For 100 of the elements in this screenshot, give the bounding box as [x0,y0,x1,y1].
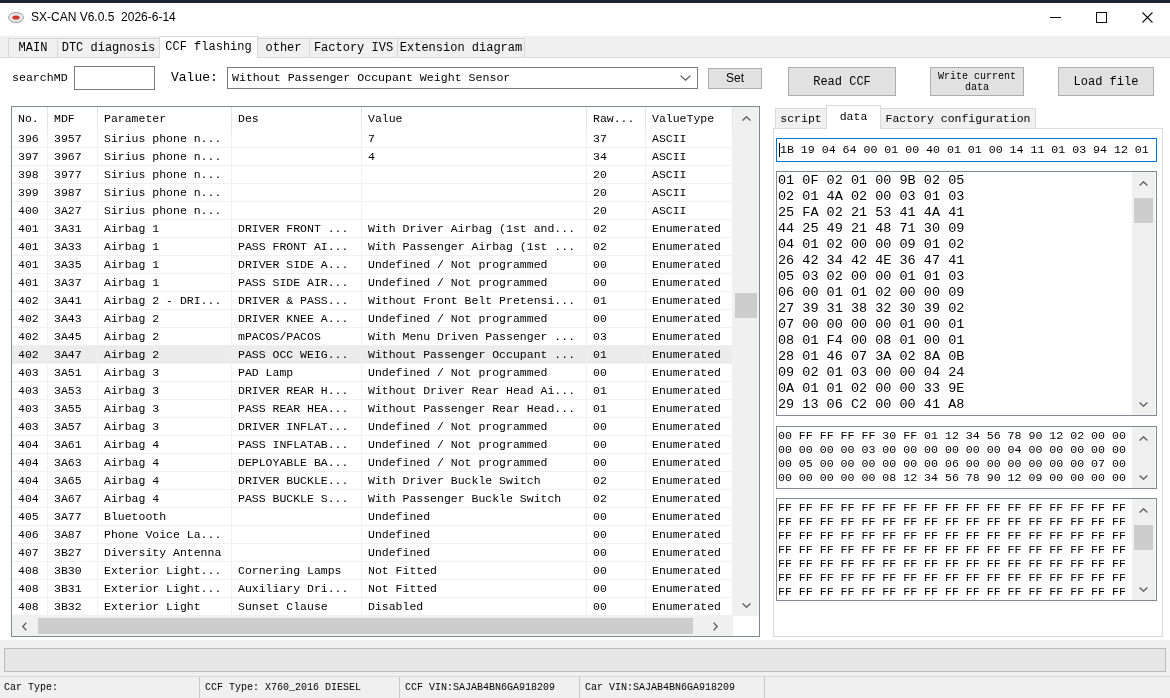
table-cell: 402 [12,328,48,345]
table-cell: With Passenger Buckle Switch [362,490,587,507]
table-row[interactable]: 408 3B32 Exterior Light Sunset Clause Disabled 00 Enumerated [12,598,733,616]
table-row[interactable]: 401 3A35 Airbag 1 DRIVER SIDE A... Undefined / Not programmed 00 Enumerated [12,256,733,274]
tab[interactable]: script [775,108,827,128]
vertical-scrollbar[interactable] [1132,172,1155,415]
table-row[interactable]: 407 3B27 Diversity Antenna Undefined 00 Enumerated [12,544,733,562]
table-cell: PASS SIDE AIR... [232,274,362,291]
tab[interactable]: MAIN [8,38,58,57]
table-cell: 406 [12,526,48,543]
chevron-down-icon [1139,586,1148,592]
tab[interactable]: data [826,105,881,129]
value-dropdown[interactable]: Without Passenger Occupant Weight Sensor [227,67,698,89]
tab[interactable]: CCF flashing [159,36,258,58]
table-row[interactable]: 402 3A43 Airbag 2 DRIVER KNEE A... Undefined / Not programmed 00 Enumerated [12,310,733,328]
table-row[interactable]: 402 3A47 Airbag 2 PASS OCC WEIG... Without Passenger Occupant ... 01 Enumerated [12,346,733,364]
table-cell: 3A55 [48,400,98,417]
chevron-up-icon [1139,180,1148,186]
vertical-scrollbar[interactable] [733,107,759,616]
table-row[interactable]: 396 3957 Sirius phone n... 7 37 ASCII [12,130,733,148]
table-cell: 00 [587,256,646,273]
table-cell: 00 [587,364,646,381]
search-field[interactable] [74,66,155,90]
table-row[interactable]: 401 3A37 Airbag 1 PASS SIDE AIR... Undefined / Not programmed 00 Enumerated [12,274,733,292]
table-row[interactable]: 401 3A31 Airbag 1 DRIVER FRONT ... With Driver Airbag (1st and... 02 Enumerated [12,220,733,238]
chevron-down-icon [680,75,691,81]
hex-text-box[interactable] [776,171,1157,416]
tab[interactable]: Factory configuration [880,108,1036,128]
table-cell: 20 [587,202,646,219]
table-row[interactable]: 398 3977 Sirius phone n... 20 ASCII [12,166,733,184]
table-row[interactable]: 397 3967 Sirius phone n... 4 34 ASCII [12,148,733,166]
table-cell: Auxiliary Dri... [232,580,362,597]
table-row[interactable]: 403 3A57 Airbag 3 DRIVER INFLAT... Undefined / Not programmed 00 Enumerated [12,418,733,436]
table-row[interactable]: 405 3A77 Bluetooth Undefined 00 Enumerated [12,508,733,526]
hex-data-text: FF FF FF FF FF FF FF FF FF FF FF FF FF FF FF FF FF FF FF FF FF FF FF FF FF FF FF FF FF FF FF FF FF FF FF FF FF FF FF FF FF FF FF FF FF FF FF FF FF FF FF FF FF FF FF FF FF FF FF FF FF FF FF FF FF FF FF FF FF FF FF FF FF FF FF FF FF FF FF FF FF FF FF FF FF FF FF FF FF FF FF FF FF FF FF FF FF FF FF FF FF FF FF FF FF FF FF FF FF FF FF FF FF FF FF FF FF FF FF [777,500,1127,600]
table-row[interactable]: 401 3A33 Airbag 1 PASS FRONT AI... With Passenger Airbag (1st ... 02 Enumerated [12,238,733,256]
table-row[interactable]: 404 3A65 Airbag 4 DRIVER BUCKLE... With Driver Buckle Switch 02 Enumerated [12,472,733,490]
hex-input-field[interactable]: 1B 19 04 64 00 01 00 40 01 01 00 14 11 01 03 94 12 01 [776,138,1157,162]
table-cell: DRIVER SIDE A... [232,256,362,273]
scrollbar-thumb[interactable] [1134,198,1153,223]
table-row[interactable]: 406 3A87 Phone Voice La... Undefined 00 Enumerated [12,526,733,544]
table-row[interactable]: 400 3A27 Sirius phone n... 20 ASCII [12,202,733,220]
table-cell: 3A63 [48,454,98,471]
horizontal-scrollbar[interactable] [12,616,733,636]
table-cell: Exterior Light... [98,580,232,597]
chevron-right-icon [712,621,718,631]
table-row[interactable]: 402 3A45 Airbag 2 mPACOS/PACOS With Menu Driven Passenger ... 03 Enumerated [12,328,733,346]
table-cell: PASS REAR HEA... [232,400,362,417]
table-cell: 00 [587,274,646,291]
table-cell: 00 [587,310,646,327]
table-cell: 20 [587,184,646,201]
scrollbar-thumb[interactable] [1134,525,1153,550]
table-cell: 404 [12,436,48,453]
hex-data-text: 01 0F 02 01 00 9B 02 05 02 01 4A 02 00 03 01 03 25 FA 02 21 53 41 4A 41 44 25 49 21 48 71 30 09 04 01 02 00 00 09 01 02 26 42 34 42 4E 36 47 41 05 03 02 00 00 01 01 03 06 00 01 01 02 00 00 09 27 39 31 38 32 30 39 02 07 00 00 00 00 01 00 01 08 01 F4 00 08 01 00 01 28 01 46 07 3A 02 8A 0B 09 02 01 03 00 00 04 24 0A 01 01 02 00 00 33 9E 29 13 06 C2 00 00 41 A8 [777,172,966,414]
status-text: CCF Type: X760_2016 DIESEL [200,677,400,698]
tab[interactable]: Extension diagram [397,38,525,57]
scrollbar-thumb[interactable] [735,293,757,318]
vertical-scrollbar[interactable] [1132,499,1155,600]
table-row[interactable]: 408 3B30 Exterior Light... Cornering Lamps Not Fitted 00 Enumerated [12,562,733,580]
table-cell: 01 [587,382,646,399]
window-title: SX-CAN V6.0.5 2026-6-14 [31,11,176,23]
vertical-scrollbar[interactable] [1132,427,1155,488]
table-row[interactable]: 404 3A67 Airbag 4 PASS BUCKLE S... With Passenger Buckle Switch 02 Enumerated [12,490,733,508]
table-row[interactable]: 408 3B31 Exterior Light... Auxiliary Dri... Not Fitted 00 Enumerated [12,580,733,598]
table-row[interactable]: 404 3A61 Airbag 4 PASS INFLATAB... Undefined / Not programmed 00 Enumerated [12,436,733,454]
table-row[interactable]: 402 3A41 Airbag 2 - DRI... DRIVER & PASS... Without Front Belt Pretensi... 01 Enumerated [12,292,733,310]
action-button[interactable]: Read CCF [788,67,896,96]
table-cell: PASS FRONT AI... [232,238,362,255]
table-cell: Undefined / Not programmed [362,436,587,453]
action-button[interactable]: Write current data [930,67,1024,96]
chevron-up-icon [1139,435,1148,441]
scrollbar-thumb[interactable] [38,618,693,634]
table-cell: Airbag 4 [98,490,232,507]
table-row[interactable]: 404 3A63 Airbag 4 DEPLOYABLE BA... Undefined / Not programmed 00 Enumerated [12,454,733,472]
table-cell: 3A41 [48,292,98,309]
tab[interactable]: Factory IVS [309,38,398,57]
table-row[interactable]: 399 3987 Sirius phone n... 20 ASCII [12,184,733,202]
table-cell: Without Passenger Occupant ... [362,346,587,363]
table-cell: 407 [12,544,48,561]
tab[interactable]: DTC diagnosis [57,38,160,57]
table-cell: mPACOS/PACOS [232,328,362,345]
table-cell: 00 [587,454,646,471]
table-cell: DRIVER & PASS... [232,292,362,309]
table-cell: Undefined / Not programmed [362,364,587,381]
table-cell: 3A37 [48,274,98,291]
table-cell: 00 [587,526,646,543]
table-cell: DRIVER REAR H... [232,382,362,399]
table-row[interactable]: 403 3A53 Airbag 3 DRIVER REAR H... Without Driver Rear Head Ai... 01 Enumerated [12,382,733,400]
table-cell: DEPLOYABLE BA... [232,454,362,471]
table-cell: 3987 [48,184,98,201]
table-row[interactable]: 403 3A51 Airbag 3 PAD Lamp Undefined / Not programmed 00 Enumerated [12,364,733,382]
table-cell: 399 [12,184,48,201]
action-button[interactable]: Load file [1058,67,1154,96]
table-cell: Exterior Light [98,598,232,615]
table-cell: 01 [587,400,646,417]
hex-text-box[interactable] [776,426,1157,489]
chevron-up-icon [1139,507,1148,513]
table-cell: 02 [587,220,646,237]
set-button[interactable]: Set [708,67,762,89]
table-row[interactable]: 403 3A55 Airbag 3 PASS REAR HEA... Without Passenger Rear Head... 01 Enumerated [12,400,733,418]
